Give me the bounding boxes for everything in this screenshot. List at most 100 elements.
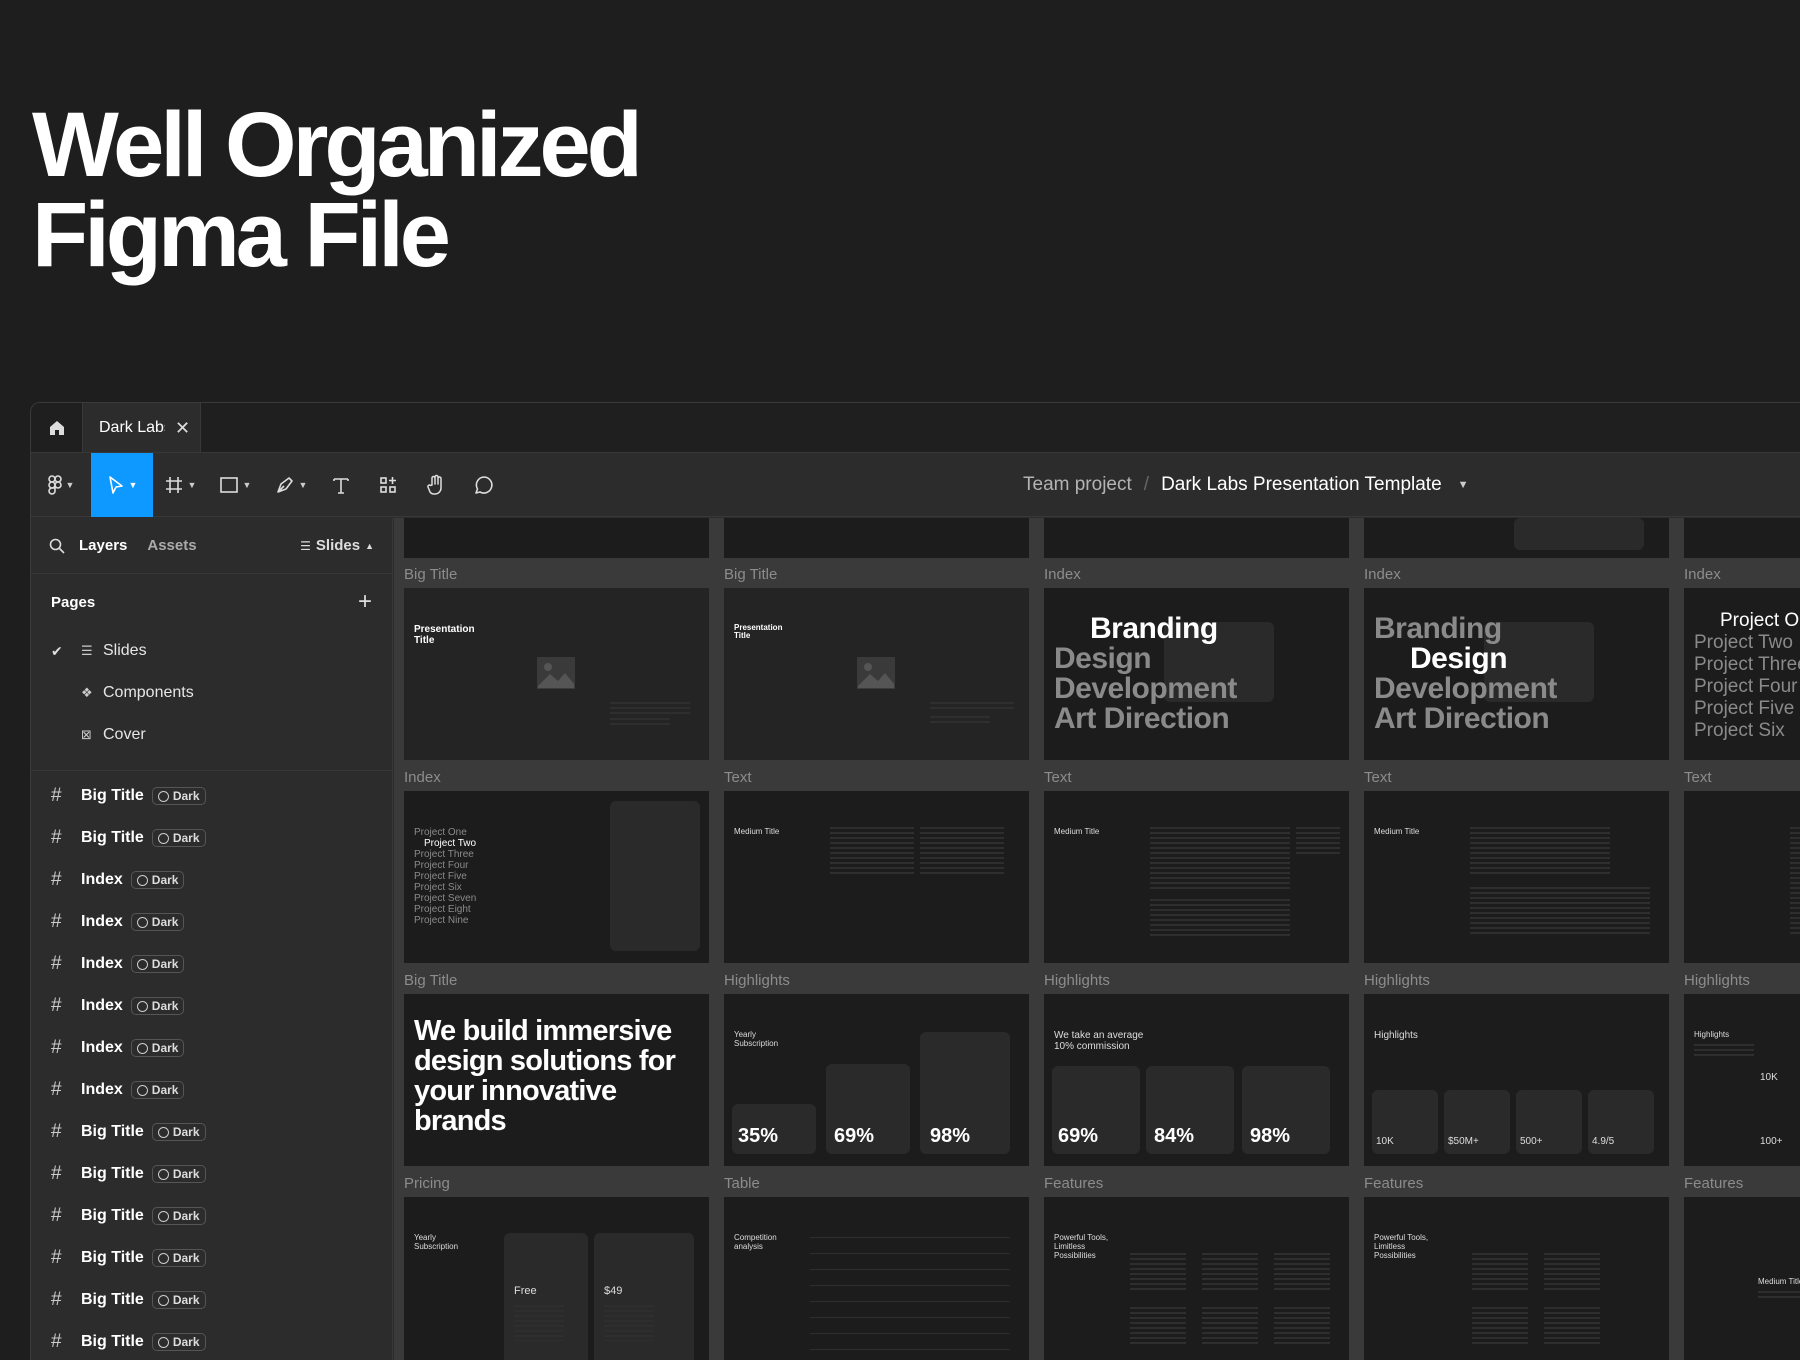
slide-highlights-4[interactable]: Highlights Highlights 10K 100+: [1684, 972, 1800, 1166]
slide-features-1[interactable]: Features Powerful Tools, Limitless Possi…: [1044, 1175, 1349, 1360]
slide-text-2[interactable]: Text Medium Title: [1044, 769, 1349, 963]
slide-index-1[interactable]: Index Branding Design Development Art Di…: [1044, 566, 1349, 760]
frame-tool-button[interactable]: ▼: [153, 453, 207, 517]
variant-badge: Dark: [130, 871, 185, 889]
tab-assets[interactable]: Assets: [147, 537, 196, 554]
index-item: Development: [1054, 672, 1237, 705]
card-title: Highlights: [1694, 1030, 1730, 1039]
chevron-down-icon: ▼: [187, 479, 197, 490]
layer-label: Index: [81, 1039, 123, 1056]
layer-item[interactable]: # Index Dark: [31, 985, 392, 1027]
text-tool-button[interactable]: [319, 453, 363, 517]
tab-layers[interactable]: Layers: [79, 537, 127, 554]
stat-value: 500+: [1520, 1136, 1543, 1147]
file-tab-label: Dark Labs: [99, 418, 165, 436]
layer-item[interactable]: # Index Dark: [31, 901, 392, 943]
layer-item[interactable]: # Big Title Dark: [31, 1279, 392, 1321]
slide-big-title-2[interactable]: Big Title Presentation Title: [724, 566, 1029, 760]
slide-table[interactable]: Table Competition analysis: [724, 1175, 1029, 1360]
layer-item[interactable]: # Big Title Dark: [31, 775, 392, 817]
chevron-down-icon[interactable]: ▼: [1458, 479, 1469, 491]
layer-label: Big Title: [81, 1291, 144, 1308]
layer-item[interactable]: # Big Title Dark: [31, 1321, 392, 1360]
slide-text-3[interactable]: Text Medium Title: [1364, 769, 1669, 963]
medium-title: Medium Title: [1758, 1277, 1800, 1286]
index-item: Project Seven: [414, 893, 477, 904]
slide-features-3[interactable]: Features Medium Title: [1684, 1175, 1800, 1360]
slide-highlights-2[interactable]: Highlights We take an average 10% commis…: [1044, 972, 1349, 1166]
breadcrumb-file-name[interactable]: Dark Labs Presentation Template: [1161, 474, 1442, 496]
slide-frame[interactable]: [724, 518, 1029, 558]
frame-icon: #: [51, 1121, 62, 1142]
hero-line-1: Well Organized: [32, 94, 643, 196]
move-tool-button[interactable]: ▼: [91, 452, 153, 517]
slide-text-1[interactable]: Text Medium Title: [724, 769, 1029, 963]
card-title: We take an average 10% commission: [1054, 1030, 1144, 1052]
variant-badge: Dark: [151, 1207, 206, 1225]
chevron-down-icon: ▼: [128, 479, 138, 490]
slide-frame[interactable]: [1044, 518, 1349, 558]
component-instance-icon: [136, 1084, 148, 1096]
layer-item[interactable]: # Index Dark: [31, 1027, 392, 1069]
frame-label: Big Title: [724, 566, 778, 583]
slide-highlights-1[interactable]: Highlights Yearly Subscription 35% 69% 9…: [724, 972, 1029, 1166]
close-tab-icon[interactable]: ✕: [175, 419, 190, 437]
layer-item[interactable]: # Index Dark: [31, 1069, 392, 1111]
layer-item[interactable]: # Index Dark: [31, 943, 392, 985]
slide-index-3[interactable]: Index Project One Project Two Project Th…: [1684, 566, 1800, 760]
hero-line-2: Figma File: [32, 184, 451, 286]
slide-frame[interactable]: [1364, 518, 1669, 558]
frame-label: Highlights: [1364, 972, 1430, 989]
pen-tool-button[interactable]: ▼: [263, 453, 319, 517]
frame-label: Big Title: [404, 566, 458, 583]
layer-item[interactable]: # Big Title Dark: [31, 1237, 392, 1279]
slide-pricing[interactable]: Pricing Yearly Subscription Free $49: [404, 1175, 709, 1360]
canvas-row-3: Big Title We build immersive design solu…: [394, 972, 1800, 1175]
home-button[interactable]: [31, 403, 83, 452]
card-title: Yearly Subscription: [734, 1030, 779, 1048]
layer-item[interactable]: # Big Title Dark: [31, 1195, 392, 1237]
page-item-slides[interactable]: ✔ ☰ Slides: [31, 630, 392, 672]
page-item-components[interactable]: ❖ Components: [31, 672, 392, 714]
slide-highlights-3[interactable]: Highlights Highlights 10K $50M+ 500+ 4.9…: [1364, 972, 1669, 1166]
file-tab[interactable]: Dark Labs ✕: [83, 403, 201, 452]
add-page-icon[interactable]: +: [358, 588, 372, 616]
breadcrumb-team[interactable]: Team project: [1023, 474, 1132, 496]
page-item-cover[interactable]: ⊠ Cover: [31, 714, 392, 756]
slide-big-title-1[interactable]: Big Title Presentation Title: [404, 566, 709, 760]
index-item: Development: [1374, 672, 1557, 705]
index-item: Design: [1054, 642, 1152, 675]
layer-label: Index: [81, 997, 123, 1014]
component-instance-icon: [157, 1126, 169, 1138]
variant-badge: Dark: [151, 1249, 206, 1267]
layer-item[interactable]: # Big Title Dark: [31, 1153, 392, 1195]
slide-frame[interactable]: [1684, 518, 1800, 558]
slide-frame[interactable]: [404, 518, 709, 558]
main-menu-button[interactable]: ▼: [31, 453, 91, 517]
pages-header: Pages +: [31, 574, 392, 630]
slide-index-4[interactable]: Index Project One Project Two Project Th…: [404, 769, 709, 963]
layer-label: Big Title: [81, 1207, 144, 1224]
canvas[interactable]: Big Title Presentation Title Big Title P…: [394, 518, 1800, 1360]
slide-big-title-3[interactable]: Big Title We build immersive design solu…: [404, 972, 709, 1166]
index-item-active: Branding: [1090, 612, 1218, 645]
frame-label: Text: [1684, 769, 1712, 786]
comment-icon: [475, 475, 493, 494]
search-icon[interactable]: [49, 538, 65, 554]
shape-tool-button[interactable]: ▼: [207, 453, 263, 517]
layer-item[interactable]: # Index Dark: [31, 859, 392, 901]
slide-index-2[interactable]: Index Branding Design Development Art Di…: [1364, 566, 1669, 760]
presentation-title: Presentation Title: [414, 624, 475, 646]
page-selector[interactable]: ☰ Slides ▲: [300, 537, 374, 554]
layer-item[interactable]: # Big Title Dark: [31, 1111, 392, 1153]
index-item: Project Eight: [414, 904, 471, 915]
resources-tool-button[interactable]: [363, 453, 413, 517]
comment-tool-button[interactable]: [459, 453, 509, 517]
home-icon: [49, 420, 64, 435]
variant-badge: Dark: [130, 955, 185, 973]
slide-features-2[interactable]: Features Powerful Tools, Limitless Possi…: [1364, 1175, 1669, 1360]
layer-item[interactable]: # Big Title Dark: [31, 817, 392, 859]
features-title: Powerful Tools, Limitless Possibilities: [1374, 1233, 1429, 1260]
hand-tool-button[interactable]: [413, 453, 459, 517]
slide-text-4[interactable]: Text: [1684, 769, 1800, 963]
